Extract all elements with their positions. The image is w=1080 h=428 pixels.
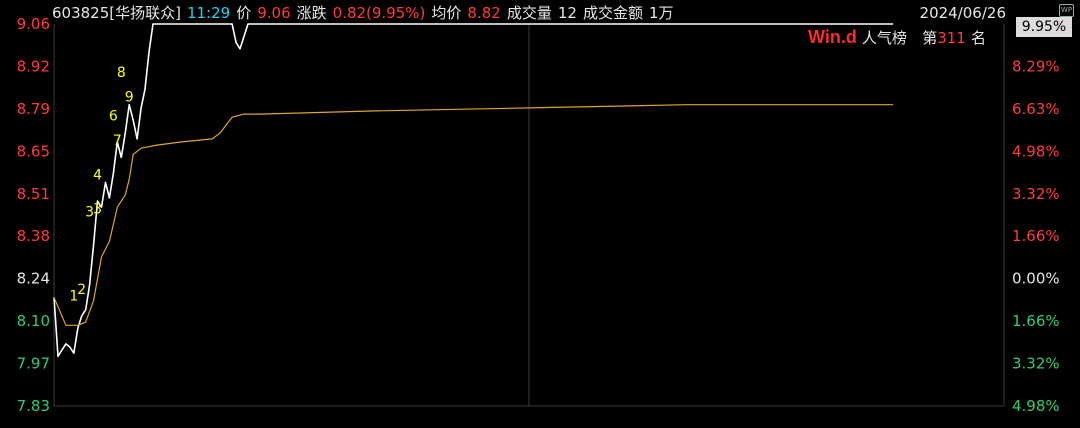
left-tick-label: 8.10 [17,312,50,330]
left-tick-label: 8.51 [17,185,50,203]
current-pct-box: 9.95% [1016,17,1072,37]
rank-prefix: 第 [922,29,938,47]
right-tick-label: 0.00% [1012,270,1060,288]
rank-suffix: 名 [970,29,986,47]
price-value: 9.06 [257,4,291,22]
trade-marker: 2 [77,282,86,298]
right-tick-label: 3.32% [1012,355,1060,373]
left-tick-label: 8.24 [17,270,50,288]
right-tick-label: 4.98% [1012,142,1060,160]
left-tick-label: 7.83 [17,397,50,415]
chart-canvas: 9.06 8.92 8.29% 8.79 6.63% 8.65 4.98% 8.51 3.32%… [17,15,1060,415]
left-tick-label: 8.79 [17,100,50,118]
trade-marker: 3 [93,201,102,217]
left-tick-label: 8.92 [17,57,50,75]
popularity-label: 人气榜 [861,29,907,47]
right-tick-label: 6.63% [1012,100,1060,118]
price-label: 价 [236,4,252,22]
right-tick-label: 4.98% [1012,397,1060,415]
amount-value: 1万 [648,4,674,22]
amount-label: 成交金额 [582,4,643,22]
trade-marker: 4 [93,167,102,183]
change-value: 0.82(9.95%) [332,4,426,22]
quote-date: 2024/06/26 [919,4,1006,22]
rank-value: 311 [937,29,966,47]
quote-time: 11:29 [186,4,231,22]
right-tick-label: 1.66% [1012,227,1060,245]
right-tick-label: 8.29% [1012,57,1060,75]
trade-marker: 8 [117,65,126,81]
left-tick-label: 8.65 [17,142,50,160]
left-tick-label: 9.06 [17,15,50,33]
trade-marker: 7 [113,133,122,149]
intraday-chart[interactable]: 9.06 8.92 8.29% 8.79 6.63% 8.65 4.98% 8.51 3.32%… [0,0,1080,424]
avg-value: 8.82 [467,4,501,22]
volume-label: 成交量 [506,4,552,22]
right-tick-label: 1.66% [1012,312,1060,330]
left-tick-label: 7.97 [17,355,50,373]
trade-marker: 9 [125,90,134,106]
wind-logo: Win.d [808,27,857,47]
avg-label: 均价 [431,4,462,22]
avg-line [53,104,894,326]
volume-value: 12 [557,4,577,22]
change-label: 涨跌 [296,4,327,22]
quote-header: 603825[华扬联众] 11:29 价 9.06 涨跌 0.82(9.95%) 均价 8.8… [52,3,680,23]
popularity-rank[interactable]: Win.d 人气榜 第311 名 [808,27,986,48]
wp-icon[interactable]: WP [1059,4,1074,17]
price-line [53,23,894,358]
right-tick-label: 3.32% [1012,185,1060,203]
left-tick-label: 8.38 [17,227,50,245]
trade-marker: 6 [109,108,118,124]
stock-code-name: 603825[华扬联众] [52,4,181,22]
